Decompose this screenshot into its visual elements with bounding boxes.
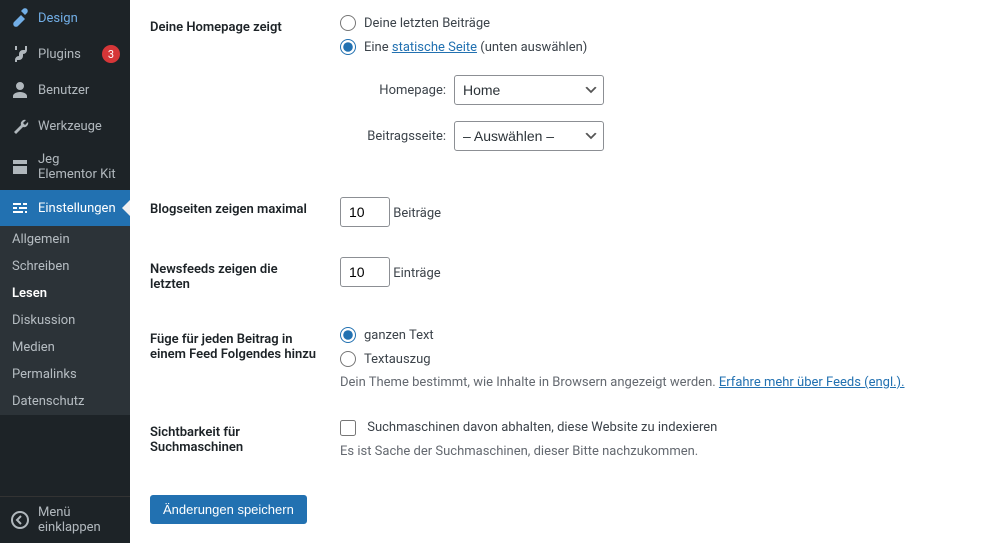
- sub-privacy[interactable]: Datenschutz: [0, 388, 130, 415]
- learn-feeds-link[interactable]: Erfahre mehr über Feeds (engl.).: [719, 375, 905, 390]
- plug-icon: [10, 44, 30, 64]
- blog-max-label: Blogseiten zeigen maximal: [150, 182, 330, 242]
- menu-tools[interactable]: Werkzeuge: [0, 108, 130, 144]
- visibility-desc: Es ist Sache der Suchmaschinen, dieser B…: [340, 444, 970, 459]
- radio-latest-label[interactable]: Deine letzten Beiträge: [364, 16, 490, 31]
- brush-icon: [10, 8, 30, 28]
- sub-general[interactable]: Allgemein: [0, 226, 130, 253]
- sub-discussion[interactable]: Diskussion: [0, 307, 130, 334]
- collapse-icon: [10, 510, 30, 530]
- sliders-icon: [10, 198, 30, 218]
- blog-max-input[interactable]: [340, 197, 390, 227]
- radio-latest-posts[interactable]: [340, 15, 356, 31]
- menu-label: Werkzeuge: [38, 119, 120, 134]
- visibility-check-label: Suchmaschinen davon abhalten, diese Webs…: [367, 420, 717, 435]
- static-page-link[interactable]: statische Seite: [392, 40, 477, 55]
- newsfeed-input[interactable]: [340, 257, 390, 287]
- homepage-select[interactable]: Home: [454, 75, 604, 105]
- menu-label: Einstellungen: [38, 201, 120, 216]
- menu-jeg-elementor[interactable]: Jeg Elementor Kit: [0, 144, 130, 190]
- menu-label: Jeg Elementor Kit: [38, 152, 120, 182]
- feed-description: Dein Theme bestimmt, wie Inhalte in Brow…: [340, 375, 970, 390]
- menu-label: Benutzer: [38, 83, 120, 98]
- radio-excerpt-label[interactable]: Textauszug: [364, 352, 431, 367]
- sub-media[interactable]: Medien: [0, 334, 130, 361]
- visibility-check-row[interactable]: Suchmaschinen davon abhalten, diese Webs…: [340, 420, 717, 435]
- menu-plugins[interactable]: Plugins 3: [0, 36, 130, 72]
- radio-full-label[interactable]: ganzen Text: [364, 328, 434, 343]
- postspage-select-label: Beitragsseite:: [366, 129, 446, 144]
- sub-permalinks[interactable]: Permalinks: [0, 361, 130, 388]
- visibility-checkbox[interactable]: [340, 420, 356, 436]
- menu-design[interactable]: Design: [0, 0, 130, 36]
- collapse-menu[interactable]: Menü einklappen: [0, 496, 130, 543]
- update-badge: 3: [102, 45, 120, 63]
- newsfeed-label: Newsfeeds zeigen die letzten: [150, 242, 330, 312]
- jeg-icon: [10, 157, 30, 177]
- blog-max-suffix: Beiträge: [393, 206, 441, 221]
- visibility-label: Sichtbarkeit für Suchmaschinen: [150, 405, 330, 475]
- save-button[interactable]: Änderungen speichern: [150, 495, 307, 524]
- radio-excerpt[interactable]: [340, 351, 356, 367]
- sub-writing[interactable]: Schreiben: [0, 253, 130, 280]
- menu-label: Design: [38, 11, 120, 26]
- menu-settings[interactable]: Einstellungen: [0, 190, 130, 226]
- admin-sidebar: Design Plugins 3 Benutzer Werkzeuge Jeg …: [0, 0, 130, 543]
- main-content: Deine Homepage zeigt Deine letzten Beitr…: [130, 0, 1000, 543]
- homepage-displays-label: Deine Homepage zeigt: [150, 0, 330, 182]
- settings-submenu: Allgemein Schreiben Lesen Diskussion Med…: [0, 226, 130, 415]
- wrench-icon: [10, 116, 30, 136]
- homepage-select-label: Homepage:: [366, 83, 446, 98]
- collapse-label: Menü einklappen: [38, 505, 120, 535]
- postspage-select[interactable]: – Auswählen –: [454, 121, 604, 151]
- radio-static-page[interactable]: [340, 39, 356, 55]
- menu-users[interactable]: Benutzer: [0, 72, 130, 108]
- feed-include-label: Füge für jeden Beitrag in einem Feed Fol…: [150, 312, 330, 405]
- radio-full-text[interactable]: [340, 327, 356, 343]
- newsfeed-suffix: Einträge: [393, 266, 440, 281]
- sub-reading[interactable]: Lesen: [0, 280, 130, 307]
- user-icon: [10, 80, 30, 100]
- radio-static-label[interactable]: Eine statische Seite (unten auswählen): [364, 40, 587, 55]
- menu-label: Plugins: [38, 47, 98, 62]
